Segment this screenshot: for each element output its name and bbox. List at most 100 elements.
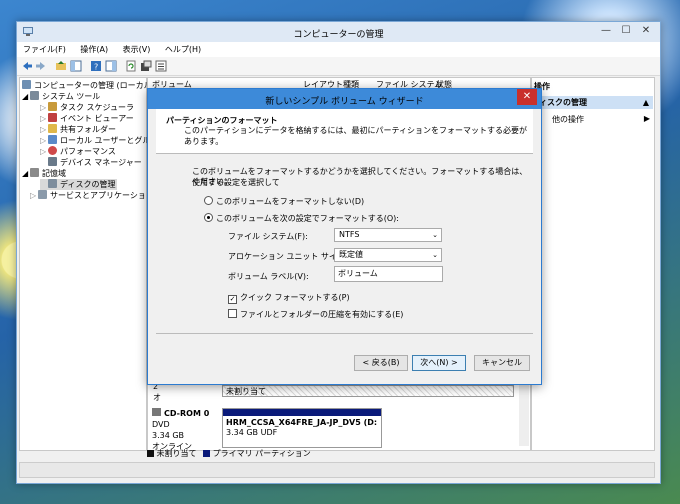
wizard-footer: < 戻る(B) 次へ(N) > キャンセル bbox=[156, 333, 533, 376]
toolbar: ? bbox=[17, 57, 660, 76]
wizard-subheading: このパーティションにデータを格納するには、最初にパーティションをフォーマットする… bbox=[184, 126, 528, 146]
filesystem-select[interactable]: NTFS ⌄ bbox=[334, 228, 442, 242]
tree-item-services-apps[interactable]: ▷ サービスとアプリケーション bbox=[30, 190, 154, 201]
tree-item-storage[interactable]: ◢ 記憶域 bbox=[22, 168, 66, 179]
wizard-title-bar: 新しいシンプル ボリューム ウィザード ✕ bbox=[148, 89, 541, 109]
allocation-size-select[interactable]: 既定値 ⌄ bbox=[334, 248, 442, 262]
tree-item-system-tools[interactable]: ◢ システム ツール bbox=[22, 91, 100, 102]
properties-icon[interactable] bbox=[140, 60, 152, 72]
back-arrow-icon[interactable] bbox=[21, 60, 33, 72]
tree-item-shared-folders[interactable]: ▷ 共有フォルダー bbox=[40, 124, 116, 135]
cdrom-volume-block[interactable]: HRM_CCSA_X64FRE_JA-JP_DV5 (D: 3.34 GB UD… bbox=[222, 408, 382, 448]
event-viewer-icon bbox=[48, 113, 57, 122]
refresh-icon[interactable] bbox=[125, 60, 137, 72]
radio-format-with-settings[interactable]: このボリュームを次の設定でフォーマットする(O): bbox=[204, 213, 399, 224]
tree-item-label: サービスとアプリケーション bbox=[50, 191, 154, 200]
primary-partition-bar bbox=[223, 409, 381, 416]
menu-action[interactable]: 操作(A) bbox=[74, 42, 114, 55]
new-simple-volume-wizard: 新しいシンプル ボリューム ウィザード ✕ パーティションのフォーマット このパ… bbox=[147, 88, 542, 385]
tree-item-device-manager[interactable]: デバイス マネージャー bbox=[48, 157, 142, 168]
disk-icon bbox=[48, 179, 57, 188]
tree-item-label: ディスクの管理 bbox=[60, 180, 116, 189]
menu-help[interactable]: ヘルプ(H) bbox=[159, 42, 207, 55]
storage-icon bbox=[30, 168, 39, 177]
cdrom-volume-size: 3.34 GB UDF bbox=[226, 428, 278, 437]
svg-text:?: ? bbox=[94, 63, 98, 72]
navigation-tree: コンピューターの管理 (ローカル) ◢ システム ツール ▷ タスク スケジューラ … bbox=[19, 77, 166, 451]
horizontal-scrollbar[interactable] bbox=[19, 462, 655, 478]
wizard-body: このボリュームをフォーマットするかどうかを選択してください。フォーマットする場合… bbox=[156, 153, 533, 334]
services-icon bbox=[38, 190, 47, 199]
enable-compression-checkbox[interactable]: ファイルとフォルダーの圧縮を有効にする(E) bbox=[228, 309, 403, 320]
collapse-arrow-icon[interactable]: ◢ bbox=[22, 91, 30, 102]
up-folder-icon[interactable] bbox=[55, 60, 67, 72]
radio-button-selected[interactable] bbox=[204, 213, 213, 222]
submenu-arrow-icon[interactable]: ▶ bbox=[644, 114, 650, 123]
wizard-close-button[interactable]: ✕ bbox=[517, 89, 537, 105]
legend-bar: 未割り当て プライマリ パーティション bbox=[147, 448, 529, 458]
action-more-actions[interactable]: 他の操作 bbox=[552, 114, 584, 125]
device-manager-icon bbox=[48, 157, 57, 166]
next-button[interactable]: 次へ(N) > bbox=[412, 355, 466, 371]
actions-section-disk-management[interactable]: ィスクの管理 ▲ bbox=[533, 96, 653, 109]
expand-arrow-icon[interactable]: ▷ bbox=[40, 102, 48, 113]
cancel-button[interactable]: キャンセル bbox=[474, 355, 530, 371]
cdrom-icon bbox=[152, 408, 161, 416]
tree-item-computer-management[interactable]: コンピューターの管理 (ローカル) bbox=[22, 80, 155, 91]
menu-view[interactable]: 表示(V) bbox=[117, 42, 157, 55]
minimize-button[interactable]: — bbox=[596, 24, 616, 38]
expand-arrow-icon[interactable]: ▷ bbox=[40, 124, 48, 135]
action-more-label: 他の操作 bbox=[552, 115, 584, 124]
cdrom-name: CD-ROM 0 bbox=[164, 409, 210, 418]
collapse-up-icon[interactable]: ▲ bbox=[643, 96, 649, 109]
volume-label-label: ボリューム ラベル(V): bbox=[228, 272, 309, 281]
window-title: コンピューターの管理 bbox=[293, 30, 384, 40]
expand-arrow-icon[interactable]: ▷ bbox=[40, 146, 48, 157]
checkbox-checked[interactable]: ✓ bbox=[228, 295, 237, 304]
actions-section-label: ィスクの管理 bbox=[539, 98, 587, 107]
wizard-instruction-line1: このボリュームをフォーマットするかどうかを選択してください。フォーマットする場合… bbox=[192, 167, 528, 187]
chevron-down-icon: ⌄ bbox=[432, 231, 438, 239]
shared-folder-icon bbox=[48, 124, 57, 133]
back-button[interactable]: < 戻る(B) bbox=[354, 355, 408, 371]
radio-do-not-format[interactable]: このボリュームをフォーマットしない(D) bbox=[204, 196, 364, 207]
quick-format-checkbox[interactable]: ✓ クイック フォーマットする(P) bbox=[228, 292, 350, 304]
tree-item-event-viewer[interactable]: ▷ イベント ビューアー bbox=[40, 113, 134, 124]
primary-legend-swatch bbox=[203, 450, 211, 457]
disk-label-line: オ bbox=[153, 393, 161, 402]
radio-label: このボリュームをフォーマットしない(D) bbox=[216, 197, 365, 206]
expand-arrow-icon[interactable]: ▷ bbox=[30, 190, 38, 201]
tree-item-label: コンピューターの管理 (ローカル) bbox=[34, 81, 155, 90]
tree-item-disk-management[interactable]: ディスクの管理 bbox=[40, 179, 118, 190]
tree-item-performance[interactable]: ▷ パフォーマンス bbox=[40, 146, 116, 157]
volume-label-input[interactable]: ボリューム bbox=[334, 266, 443, 282]
checkbox-label: クイック フォーマットする(P) bbox=[240, 293, 350, 302]
wizard-title: 新しいシンプル ボリューム ウィザード bbox=[265, 97, 424, 107]
list-view-icon[interactable] bbox=[155, 60, 167, 72]
tree-item-task-scheduler[interactable]: ▷ タスク スケジューラ bbox=[40, 102, 134, 113]
unallocated-legend-swatch bbox=[147, 450, 154, 457]
tree-item-label: 共有フォルダー bbox=[60, 125, 116, 134]
collapse-arrow-icon[interactable]: ◢ bbox=[22, 168, 30, 179]
unallocated-region[interactable]: 未割り当て bbox=[222, 385, 514, 397]
wizard-instruction-line2: ください。 bbox=[192, 177, 232, 186]
maximize-button[interactable]: ☐ bbox=[616, 24, 636, 38]
filesystem-label: ファイル システム(F): bbox=[228, 232, 308, 241]
action-pane-icon[interactable] bbox=[105, 60, 117, 72]
close-button[interactable]: ✕ bbox=[636, 24, 656, 38]
help-icon[interactable]: ? bbox=[90, 60, 102, 72]
performance-icon bbox=[48, 146, 57, 155]
tree-item-label: システム ツール bbox=[42, 92, 101, 101]
checkbox-unchecked[interactable] bbox=[228, 309, 237, 318]
tree-item-label: イベント ビューアー bbox=[60, 114, 134, 123]
forward-arrow-icon[interactable] bbox=[35, 60, 47, 72]
allocation-size-value: 既定値 bbox=[339, 250, 363, 259]
show-hide-tree-icon[interactable] bbox=[70, 60, 82, 72]
menu-file[interactable]: ファイル(F) bbox=[17, 42, 72, 55]
expand-arrow-icon[interactable]: ▷ bbox=[40, 135, 48, 146]
cdrom-size: 3.34 GB bbox=[152, 431, 185, 440]
expand-arrow-icon[interactable]: ▷ bbox=[40, 113, 48, 124]
radio-button[interactable] bbox=[204, 196, 213, 205]
legend-unallocated: 未割り当て bbox=[156, 449, 197, 458]
clock-icon bbox=[48, 102, 57, 111]
